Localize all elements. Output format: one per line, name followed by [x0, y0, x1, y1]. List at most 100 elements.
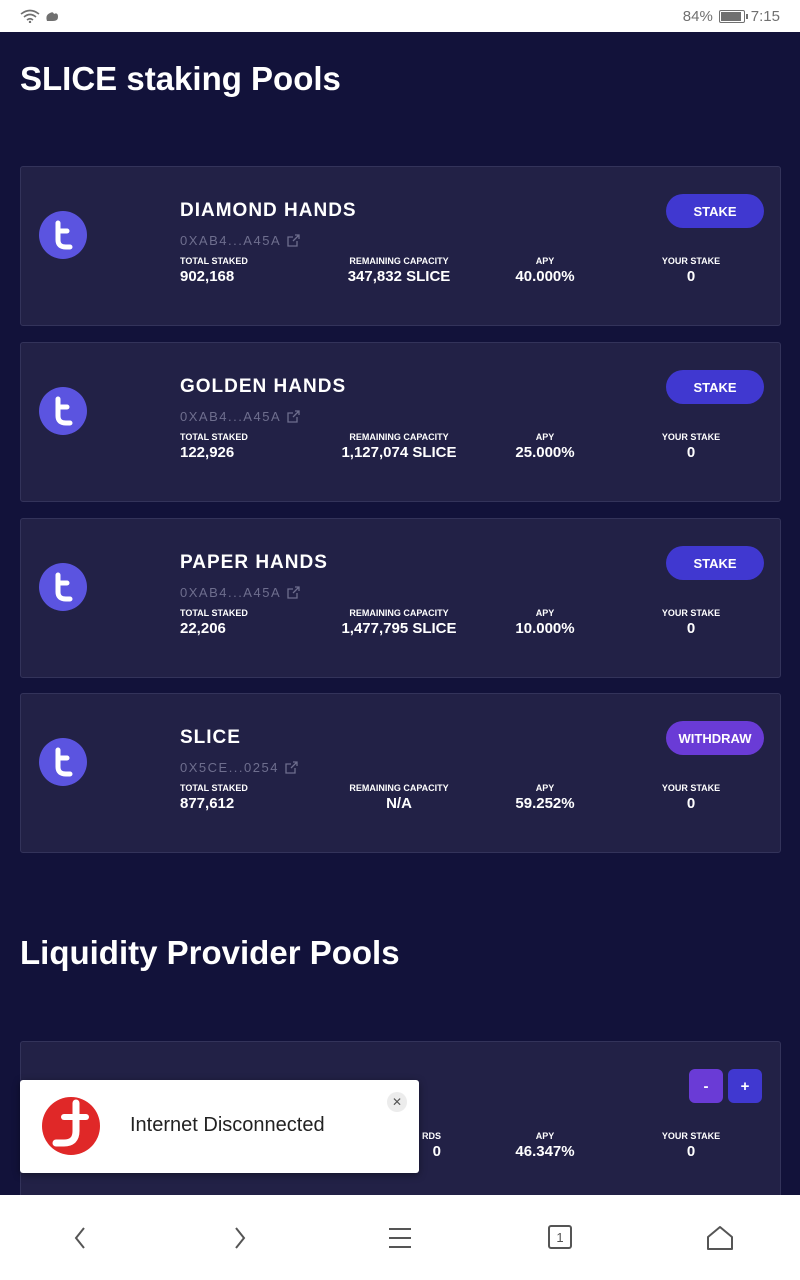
browser-nav-bar: 1 — [0, 1195, 800, 1280]
apy: APY 25.000% — [495, 432, 595, 461]
external-link-icon[interactable] — [287, 234, 300, 247]
pool-address-link[interactable]: 0X5CE...0254 — [180, 760, 298, 775]
pool-address: 0XAB4...A45A — [180, 233, 282, 248]
total-staked-value: 877,612 — [180, 795, 235, 812]
pool-card: PAPER HANDS 0XAB4...A45A TOTAL STAKED 22,… — [20, 518, 781, 678]
your-stake-value: 0 — [686, 444, 696, 461]
apy-label: APY — [535, 256, 555, 266]
staking-pools-title: SLICE staking Pools — [20, 60, 341, 97]
your-stake-label: YOUR STAKE — [661, 608, 721, 618]
clock: 7:15 — [750, 7, 780, 25]
your-stake-value: 0 — [686, 795, 696, 812]
stake-button[interactable]: STAKE — [666, 194, 764, 228]
total-staked: TOTAL STAKED 122,926 — [180, 432, 248, 461]
apy: APY 10.000% — [495, 608, 595, 637]
pool-card: SLICE 0X5CE...0254 TOTAL STAKED 877,612 R… — [20, 693, 781, 853]
menu-button[interactable] — [370, 1208, 430, 1268]
status-icons-right: 84% 7:15 — [683, 8, 780, 25]
pool-address-link[interactable]: 0XAB4...A45A — [180, 233, 300, 248]
token-logo-icon — [39, 387, 87, 435]
status-icons-left — [20, 9, 60, 23]
pool-address: 0X5CE...0254 — [180, 760, 279, 775]
remaining-capacity-value: 1,477,795 SLICE — [341, 620, 457, 637]
total-staked-label: TOTAL STAKED — [180, 783, 248, 793]
app-logo-icon — [42, 1097, 100, 1155]
internet-disconnected-toast: Internet Disconnected ✕ — [20, 1080, 419, 1173]
tabs-count: 1 — [556, 1230, 563, 1245]
close-icon[interactable]: ✕ — [387, 1092, 407, 1112]
tabs-button[interactable]: 1 — [530, 1208, 590, 1268]
chevron-left-icon — [74, 1226, 85, 1249]
remaining-capacity: REMAINING CAPACITY N/A — [319, 783, 479, 812]
external-link-icon[interactable] — [285, 761, 298, 774]
back-button[interactable] — [50, 1208, 110, 1268]
total-staked: TOTAL STAKED 902,168 — [180, 256, 248, 285]
total-staked-label: TOTAL STAKED — [180, 432, 248, 442]
token-logo-icon — [39, 211, 87, 259]
your-stake: YOUR STAKE 0 — [651, 256, 731, 285]
remaining-capacity-value: 347,832 SLICE — [347, 268, 451, 285]
pool-address: 0XAB4...A45A — [180, 585, 282, 600]
apy: APY 46.347% — [495, 1131, 595, 1160]
your-stake: YOUR STAKE 0 — [651, 608, 731, 637]
apy: APY 40.000% — [495, 256, 595, 285]
apy-value: 59.252% — [515, 795, 575, 812]
forward-button[interactable] — [210, 1208, 270, 1268]
remaining-capacity: REMAINING CAPACITY 347,832 SLICE — [319, 256, 479, 285]
apy-value: 25.000% — [515, 444, 575, 461]
home-button[interactable] — [690, 1208, 750, 1268]
page-content: SLICE staking Pools DIAMOND HANDS 0XAB4.… — [0, 32, 800, 1195]
remaining-capacity-value: N/A — [386, 795, 412, 812]
remove-liquidity-button[interactable]: - — [689, 1069, 723, 1103]
pool-address-link[interactable]: 0XAB4...A45A — [180, 409, 300, 424]
withdraw-button[interactable]: WITHDRAW — [666, 721, 764, 755]
pool-name: GOLDEN HANDS — [180, 376, 347, 397]
wifi-icon — [20, 9, 40, 23]
pool-card: GOLDEN HANDS 0XAB4...A45A TOTAL STAKED 12… — [20, 342, 781, 502]
total-staked-value: 22,206 — [180, 620, 226, 637]
token-logo-icon — [39, 563, 87, 611]
squirrel-icon — [46, 12, 58, 21]
add-liquidity-button[interactable]: + — [728, 1069, 762, 1103]
stake-button[interactable]: STAKE — [666, 370, 764, 404]
remaining-capacity-label: REMAINING CAPACITY — [349, 608, 449, 618]
total-staked-label: TOTAL STAKED — [180, 256, 248, 266]
your-stake-value: 0 — [686, 620, 696, 637]
pool-card: DIAMOND HANDS 0XAB4...A45A TOTAL STAKED 9… — [20, 166, 781, 326]
stake-button[interactable]: STAKE — [666, 546, 764, 580]
your-stake-label: YOUR STAKE — [661, 1131, 721, 1141]
total-staked: TOTAL STAKED 877,612 — [180, 783, 248, 812]
your-stake-label: YOUR STAKE — [661, 783, 721, 793]
menu-icon — [389, 1227, 411, 1248]
pool-name: SLICE — [180, 727, 241, 748]
pool-name: DIAMOND HANDS — [180, 200, 357, 221]
apy-value: 40.000% — [515, 268, 575, 285]
pool-address-link[interactable]: 0XAB4...A45A — [180, 585, 300, 600]
apy-label: APY — [535, 1131, 555, 1141]
remaining-capacity-value: 1,127,074 SLICE — [341, 444, 457, 461]
remaining-capacity: REMAINING CAPACITY 1,127,074 SLICE — [319, 432, 479, 461]
pool-address: 0XAB4...A45A — [180, 409, 282, 424]
apy-label: APY — [535, 432, 555, 442]
battery-percent: 84% — [682, 7, 713, 25]
your-stake-value: 0 — [686, 1143, 696, 1160]
token-logo-icon — [39, 738, 87, 786]
apy-value: 46.347% — [515, 1143, 575, 1160]
home-icon — [707, 1225, 733, 1250]
remaining-capacity-label: REMAINING CAPACITY — [349, 783, 449, 793]
total-staked-value: 122,926 — [180, 444, 235, 461]
external-link-icon[interactable] — [287, 586, 300, 599]
remaining-capacity-label: REMAINING CAPACITY — [349, 432, 449, 442]
external-link-icon[interactable] — [287, 410, 300, 423]
your-stake: YOUR STAKE 0 — [651, 783, 731, 812]
total-staked-value: 902,168 — [180, 268, 235, 285]
total-staked: TOTAL STAKED 22,206 — [180, 608, 248, 637]
pool-name: PAPER HANDS — [180, 552, 328, 573]
status-bar: 84% 7:15 — [0, 0, 800, 32]
your-stake-value: 0 — [686, 268, 696, 285]
tabs-icon: 1 — [548, 1224, 572, 1249]
your-stake: YOUR STAKE 0 — [651, 432, 731, 461]
your-stake-label: YOUR STAKE — [661, 432, 721, 442]
your-stake-label: YOUR STAKE — [661, 256, 721, 266]
remaining-capacity-label: REMAINING CAPACITY — [349, 256, 449, 266]
